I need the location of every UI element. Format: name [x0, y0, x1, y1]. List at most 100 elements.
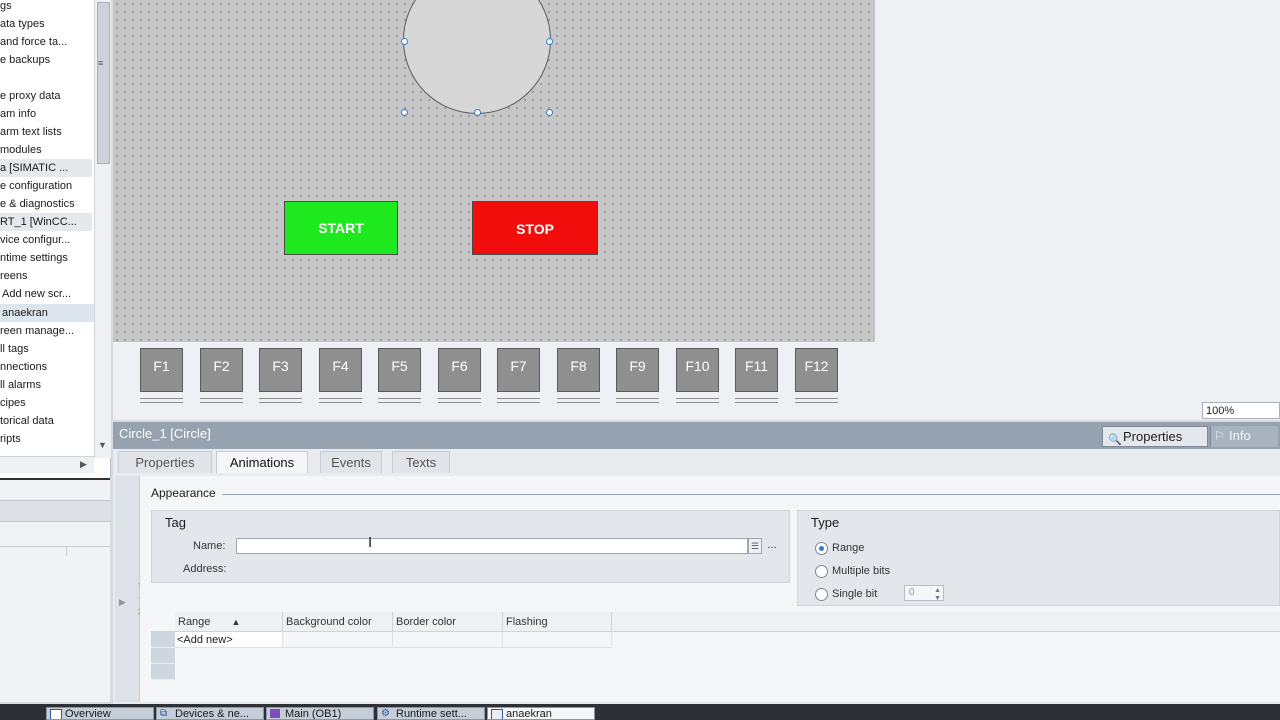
column-header-filler: [612, 612, 1280, 632]
tree-item[interactable]: ripts: [0, 430, 21, 448]
tag-heading: Tag: [165, 515, 186, 530]
key-led: [497, 398, 540, 403]
subtab-properties[interactable]: Properties: [118, 451, 212, 473]
text-cursor-icon: I: [368, 534, 373, 551]
radio-range[interactable]: [815, 542, 828, 555]
tree-horizontal-scrollbar[interactable]: ▶: [0, 456, 94, 473]
devices-icon: ⧉: [160, 708, 168, 719]
divider: [0, 546, 110, 547]
radio-multiple-bits[interactable]: [815, 565, 828, 578]
key-led: [616, 398, 659, 403]
tree-item-hmi[interactable]: RT_1 [WinCC...: [0, 213, 92, 231]
tag-list-icon[interactable]: ☰: [748, 538, 762, 554]
stepper-down-icon[interactable]: ▼: [934, 592, 941, 606]
divider: [222, 494, 1280, 495]
scroll-down-icon[interactable]: ▼: [98, 440, 107, 450]
name-label: Name:: [193, 540, 226, 552]
tree-item[interactable]: ll alarms: [0, 376, 41, 394]
task-label: Devices & ne...: [175, 708, 249, 720]
row-header[interactable]: [151, 664, 175, 680]
tree-item[interactable]: nnections: [0, 358, 47, 376]
task-main-ob1[interactable]: Main (OB1): [266, 707, 374, 720]
stop-button[interactable]: STOP: [472, 201, 598, 255]
column-header-background-color[interactable]: Background color: [283, 612, 393, 632]
function-key[interactable]: F8: [557, 348, 600, 392]
task-runtime-settings[interactable]: ⚙ Runtime sett...: [377, 707, 485, 720]
single-bit-label: Single bit: [832, 588, 878, 600]
details-header: [0, 500, 110, 522]
section-title: Appearance: [151, 486, 216, 500]
function-key[interactable]: F3: [259, 348, 302, 392]
tree-item[interactable]: e & diagnostics: [0, 195, 75, 213]
tree-item[interactable]: e configuration: [0, 177, 72, 195]
selection-handle[interactable]: [546, 38, 553, 45]
function-key[interactable]: F12: [795, 348, 838, 392]
tree-item[interactable]: and force ta...: [0, 33, 67, 51]
key-led: [319, 398, 362, 403]
subtab-animations[interactable]: Animations: [216, 451, 308, 473]
tree-item[interactable]: cipes: [0, 394, 26, 412]
selection-handle[interactable]: [474, 109, 481, 116]
subtab-texts[interactable]: Texts: [392, 451, 450, 473]
selection-handle[interactable]: [401, 38, 408, 45]
tree-item[interactable]: reen manage...: [0, 322, 74, 340]
tree-item-screens[interactable]: reens: [0, 267, 28, 285]
column-header-range[interactable]: Range ▲: [175, 612, 283, 632]
overview-icon: [50, 709, 62, 719]
selection-handle[interactable]: [546, 109, 553, 116]
function-key[interactable]: F10: [676, 348, 719, 392]
tree-item[interactable]: e proxy data: [0, 87, 61, 105]
tree-item-anaekran[interactable]: anaekran: [0, 304, 94, 322]
tree-item[interactable]: am info: [0, 105, 36, 123]
task-overview[interactable]: Overview: [46, 707, 154, 720]
column-header-flashing[interactable]: Flashing: [503, 612, 612, 632]
key-led: [557, 398, 600, 403]
function-key[interactable]: F1: [140, 348, 183, 392]
tree-item-plc[interactable]: a [SIMATIC ...: [0, 159, 92, 177]
function-key[interactable]: F11: [735, 348, 778, 392]
task-anaekran[interactable]: anaekran: [487, 707, 595, 720]
tree-item[interactable]: vice configur...: [0, 231, 70, 249]
key-led: [676, 398, 719, 403]
scroll-right-icon[interactable]: ▶: [80, 459, 87, 470]
single-bit-stepper[interactable]: 0 ▲ ▼: [904, 585, 944, 602]
function-key[interactable]: F9: [616, 348, 659, 392]
table-cell[interactable]: [503, 632, 612, 648]
runtime-settings-icon: ⚙: [381, 708, 390, 719]
tab-info[interactable]: ⚐ Info: [1210, 426, 1278, 447]
tree-item[interactable]: ata types: [0, 15, 45, 33]
subtab-events[interactable]: Events: [320, 451, 382, 473]
table-cell[interactable]: [283, 632, 393, 648]
tree-item[interactable]: modules: [0, 141, 42, 159]
column-header-border-color[interactable]: Border color: [393, 612, 503, 632]
tree-vertical-scrollbar[interactable]: ≡ ▼: [94, 0, 111, 458]
tree-item[interactable]: ntime settings: [0, 249, 68, 267]
tree-item[interactable]: gs: [0, 0, 12, 15]
function-key[interactable]: F7: [497, 348, 540, 392]
tree-item-add-screen[interactable]: Add new scr...: [0, 285, 71, 303]
task-devices-networks[interactable]: ⧉ Devices & ne...: [156, 707, 264, 720]
radio-single-bit[interactable]: [815, 588, 828, 601]
selection-handle[interactable]: [401, 109, 408, 116]
stepper-value: 0: [909, 587, 915, 598]
tree-item[interactable]: ll tags: [0, 340, 29, 358]
tree-item[interactable]: e backups: [0, 51, 50, 69]
expand-arrow-icon[interactable]: ▶: [119, 597, 126, 608]
row-header[interactable]: [151, 648, 175, 664]
browse-tag-button[interactable]: ...: [764, 538, 780, 554]
row-header[interactable]: [151, 632, 175, 648]
function-key[interactable]: F6: [438, 348, 481, 392]
tab-properties[interactable]: 🔍 Properties: [1102, 426, 1208, 447]
function-key[interactable]: F2: [200, 348, 243, 392]
zoom-level[interactable]: 100%: [1202, 402, 1280, 419]
scrollbar-thumb[interactable]: [97, 2, 110, 164]
task-label: Runtime sett...: [396, 708, 467, 720]
function-key[interactable]: F5: [378, 348, 421, 392]
table-cell[interactable]: [393, 632, 503, 648]
add-new-cell[interactable]: <Add new>: [175, 632, 283, 648]
function-key[interactable]: F4: [319, 348, 362, 392]
start-button[interactable]: START: [284, 201, 398, 255]
tree-item[interactable]: torical data: [0, 412, 54, 430]
tag-name-input[interactable]: [236, 538, 748, 554]
tree-item[interactable]: arm text lists: [0, 123, 62, 141]
